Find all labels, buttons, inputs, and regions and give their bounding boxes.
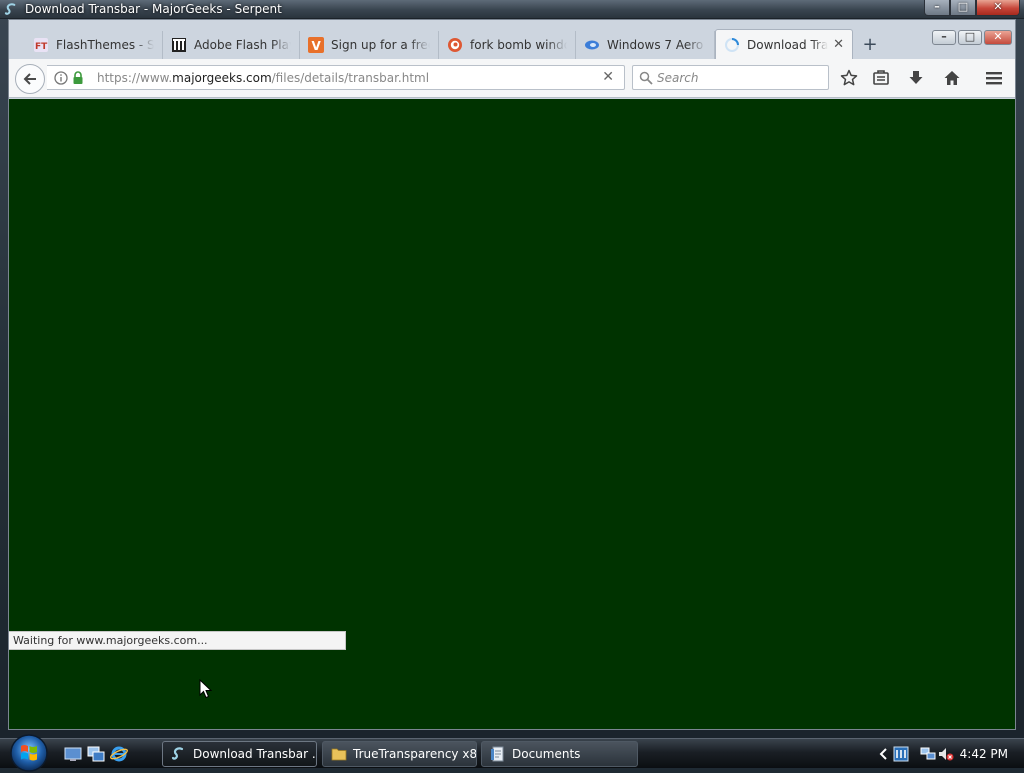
tab-sign-up[interactable]: V Sign up for a free (300, 31, 439, 59)
switch-windows-icon[interactable] (87, 745, 105, 763)
url-text[interactable]: https://www.majorgeeks.com/files/details… (97, 71, 429, 85)
clock[interactable]: 4:42 PM (960, 747, 1008, 761)
tab-windows-7-aero[interactable]: Windows 7 Aero S (576, 31, 715, 59)
duckduckgo-icon (447, 37, 463, 53)
status-bar: Waiting for www.majorgeeks.com... (9, 631, 346, 650)
tab-fork-bomb[interactable]: fork bomb windo (439, 31, 576, 59)
search-input[interactable]: Search (632, 65, 829, 90)
window-titlebar[interactable]: Download Transbar - MajorGeeks - Serpent… (0, 0, 1024, 19)
network-icon[interactable] (920, 746, 936, 762)
search-placeholder: Search (657, 71, 699, 85)
volume-muted-icon[interactable] (938, 746, 954, 762)
url-bar[interactable]: https://www.majorgeeks.com/files/details… (47, 65, 625, 90)
tab-adobe-flash[interactable]: Adobe Flash Playe (163, 31, 300, 59)
hamburger-menu-icon[interactable] (984, 68, 1004, 88)
folder-icon (331, 748, 347, 761)
taskbar: Download Transbar ... TrueTransparency x… (0, 734, 1024, 772)
taskbar-button-documents[interactable]: Documents (481, 741, 638, 767)
back-arrow-icon (23, 73, 36, 85)
url-clear-icon[interactable]: ✕ (602, 69, 614, 85)
mouse-cursor-icon (199, 679, 213, 699)
info-icon[interactable] (54, 71, 68, 85)
search-icon (639, 71, 653, 85)
taskbar-button-truetransparency[interactable]: TrueTransparency x86 (322, 741, 477, 767)
documents-icon (491, 746, 504, 762)
adobe-archive-icon (171, 37, 187, 53)
internet-explorer-icon[interactable] (110, 745, 128, 763)
maximize-button[interactable]: □ (950, 0, 976, 16)
system-tray: 4:42 PM (872, 739, 1024, 769)
tab-download-transbar[interactable]: Download Tra ✕ (715, 29, 853, 59)
svg-text:V: V (312, 39, 322, 53)
v-logo-icon: V (308, 37, 324, 53)
show-desktop-icon[interactable] (64, 745, 82, 763)
navigation-toolbar: https://www.majorgeeks.com/files/details… (9, 59, 1015, 98)
browser-frame: FT FlashThemes - Sel Adobe Flash Playe V… (8, 19, 1016, 730)
close-button[interactable]: ✕ (976, 0, 1020, 16)
tab-flashthemes[interactable]: FT FlashThemes - Sel (25, 31, 163, 59)
tab-close-icon[interactable]: ✕ (833, 37, 844, 52)
browser-restore-button[interactable]: □ (958, 30, 982, 45)
bookmark-star-icon[interactable] (839, 68, 859, 88)
flashthemes-icon: FT (33, 37, 49, 53)
new-tab-button[interactable]: + (859, 34, 881, 56)
serpent-browser-icon (171, 747, 184, 760)
download-arrow-icon[interactable] (906, 68, 926, 88)
lock-icon[interactable] (72, 71, 84, 85)
ime-icon[interactable] (893, 746, 909, 762)
back-button[interactable] (15, 64, 45, 94)
svg-text:FT: FT (35, 42, 48, 52)
start-button[interactable] (9, 733, 49, 773)
browser-close-button[interactable]: ✕ (984, 30, 1012, 45)
serpent-browser-icon (4, 3, 16, 15)
browser-minimize-button[interactable]: – (932, 30, 956, 45)
windows-aero-icon (584, 37, 600, 53)
tab-strip: FT FlashThemes - Sel Adobe Flash Playe V… (9, 28, 1015, 59)
window-title: Download Transbar - MajorGeeks - Serpent (25, 2, 282, 16)
home-icon[interactable] (942, 68, 962, 88)
tray-expand-chevron-icon[interactable] (876, 746, 892, 762)
taskbar-button-download-transbar[interactable]: Download Transbar ... (162, 741, 317, 767)
loading-spinner-icon (724, 37, 740, 53)
reading-list-icon[interactable] (871, 68, 891, 88)
minimize-button[interactable]: – (924, 0, 950, 16)
